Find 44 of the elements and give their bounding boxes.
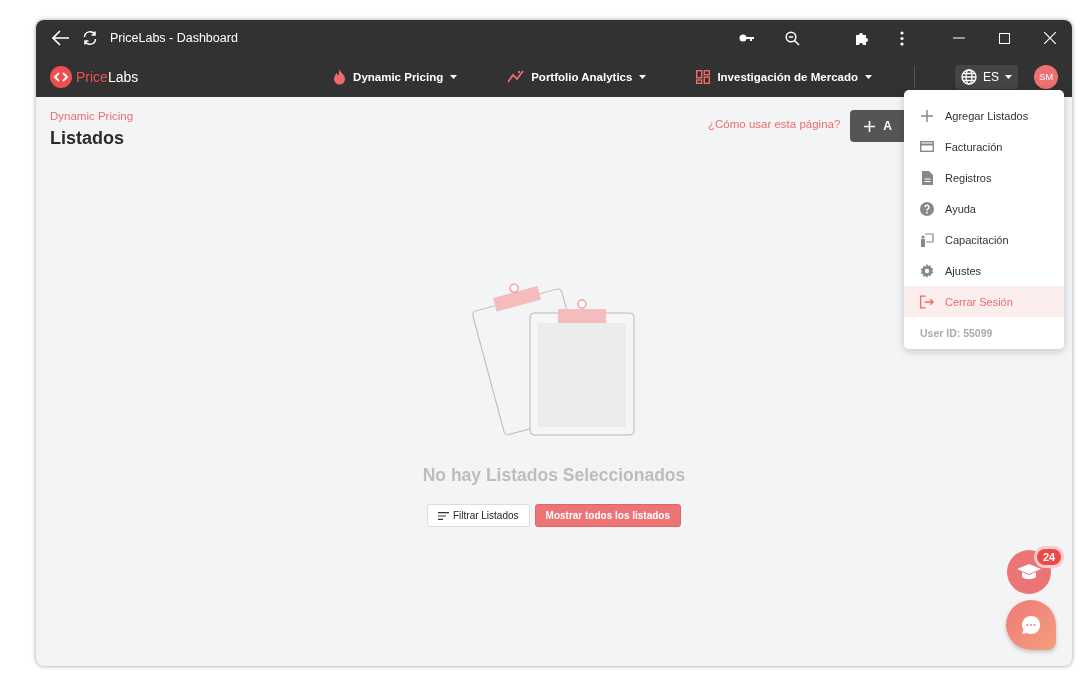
presenter-icon — [920, 232, 934, 247]
close-icon[interactable] — [1044, 32, 1056, 44]
menu-item[interactable]: Ajustes — [904, 255, 1064, 286]
graduation-cap-icon — [1017, 563, 1041, 581]
globe-icon — [961, 68, 977, 85]
maximize-icon[interactable] — [999, 32, 1010, 44]
menu-item[interactable]: Capacitación — [904, 224, 1064, 255]
user-id: User ID: 55099 — [919, 326, 994, 341]
caret-icon — [1005, 74, 1012, 79]
nav-menu[interactable]: Investigación de Mercado — [696, 69, 872, 84]
plus-icon — [921, 109, 933, 122]
logo-icon — [50, 65, 72, 88]
more-icon[interactable] — [900, 30, 904, 46]
credit-card-icon — [920, 141, 934, 152]
document-icon — [921, 170, 933, 185]
back-icon[interactable] — [52, 30, 70, 46]
nav-menu[interactable]: Dynamic Pricing — [333, 68, 458, 85]
reload-icon[interactable] — [82, 30, 98, 46]
help-icon — [920, 201, 934, 216]
language-selector[interactable]: ES — [955, 64, 1018, 89]
page-title: Listados — [50, 128, 125, 149]
menu-item[interactable]: Registros — [904, 162, 1064, 193]
caret-icon — [865, 74, 872, 79]
menu-item[interactable]: Ayuda — [904, 193, 1064, 224]
dashboard-grid-icon — [696, 69, 711, 84]
trend-line-icon — [507, 70, 525, 83]
brand-name[interactable]: PriceLabs — [76, 68, 139, 85]
puzzle-icon[interactable] — [855, 30, 870, 46]
chat-button[interactable] — [1006, 600, 1056, 650]
filter-button[interactable]: Filtrar Listados — [426, 504, 530, 527]
plus-icon — [864, 120, 876, 132]
caret-icon — [450, 74, 458, 79]
window-title: PriceLabs - Dashboard — [110, 31, 238, 45]
logout-icon — [920, 294, 934, 309]
settings-icon — [920, 263, 934, 278]
empty-state-message: No hay Listados Seleccionados — [422, 465, 686, 486]
zoom-out-icon[interactable] — [785, 30, 800, 46]
flame-icon — [333, 68, 347, 85]
filter-icon — [437, 511, 449, 520]
caret-icon — [639, 74, 647, 79]
nav-menu[interactable]: Portfolio Analytics — [507, 70, 647, 83]
key-icon[interactable] — [739, 33, 755, 43]
chat-bubble-icon — [1021, 615, 1041, 635]
notification-badge: 24 — [1037, 549, 1062, 565]
